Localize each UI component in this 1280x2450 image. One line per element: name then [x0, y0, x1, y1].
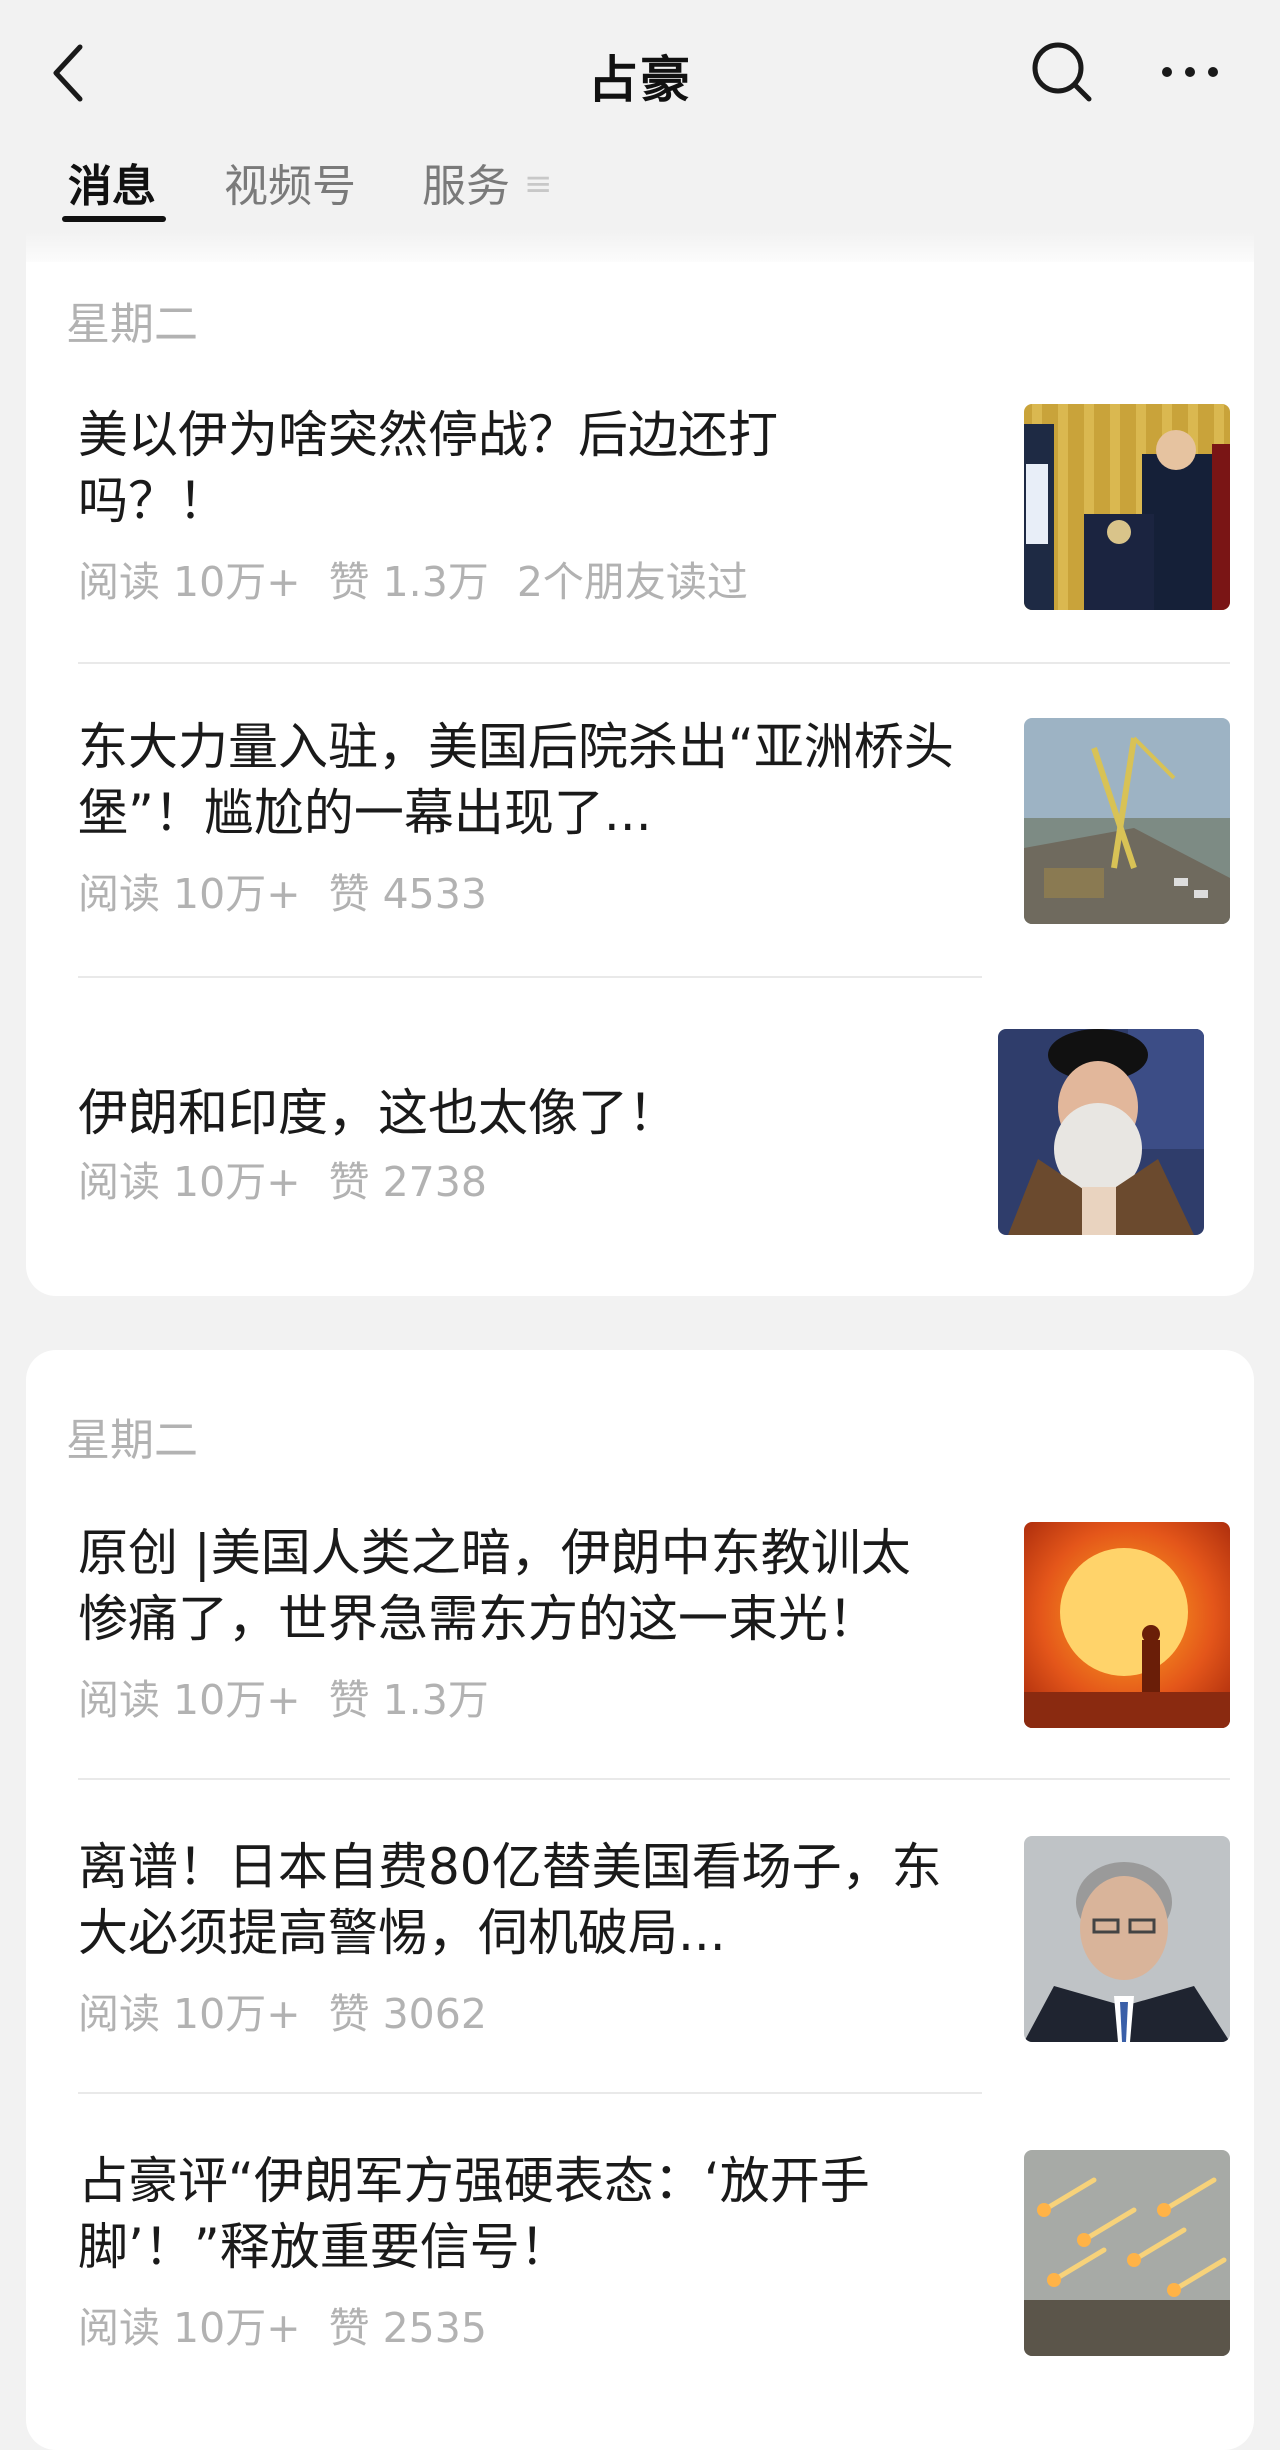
- message-group-card: 星期二 原创 |美国人类之暗，伊朗中东教训太惨痛了，世界急需东方的这一束光！ 阅…: [26, 1350, 1254, 2450]
- podium-photo: [1024, 404, 1230, 610]
- tab-channels[interactable]: 视频号: [224, 150, 356, 222]
- sunset-photo: [1024, 1522, 1230, 1728]
- read-count: 阅读 10万+: [78, 1676, 301, 1724]
- politician-portrait-photo: [1024, 1836, 1230, 2042]
- like-count: 赞 3062: [328, 1990, 487, 2038]
- menu-lines-icon[interactable]: ≡: [524, 164, 553, 204]
- article-meta: 阅读 10万+ 赞 3062: [78, 1980, 515, 2040]
- article-title: 离谱！日本自费80亿替美国看场子，东大必须提高警惕，伺机破局...: [78, 1838, 942, 1962]
- more-button[interactable]: [1158, 48, 1222, 96]
- article-item[interactable]: 离谱！日本自费80亿替美国看场子，东大必须提高警惕，伺机破局... 阅读 10万…: [78, 1834, 1230, 2044]
- divider: [78, 2092, 982, 2094]
- article-meta: 阅读 10万+ 赞 4533: [78, 860, 515, 920]
- like-count: 赞 1.3万: [328, 558, 489, 606]
- article-item[interactable]: 东大力量入驻，美国后院杀出“亚洲桥头堡”！尴尬的一幕出现了... 阅读 10万+…: [78, 714, 1230, 924]
- divider: [78, 1778, 1230, 1780]
- port-crane-photo: [1024, 718, 1230, 924]
- friends-read: 2个朋友读过: [516, 558, 748, 606]
- article-item[interactable]: 占豪评“伊朗军方强硬表态：‘放开手脚’！”释放重要信号！ 阅读 10万+ 赞 25…: [78, 2148, 1230, 2358]
- day-label: 星期二: [66, 299, 198, 350]
- day-label: 星期二: [66, 1415, 198, 1466]
- rocket-launch-photo: [1024, 2150, 1230, 2356]
- like-count: 赞 4533: [328, 870, 487, 918]
- divider: [78, 662, 1230, 664]
- article-title: 原创 |美国人类之暗，伊朗中东教训太惨痛了，世界急需东方的这一束光！: [78, 1524, 911, 1648]
- read-count: 阅读 10万+: [78, 2304, 301, 2352]
- article-meta: 阅读 10万+ 赞 2738: [78, 1148, 515, 1208]
- tab-services[interactable]: 服务: [422, 150, 510, 222]
- article-item[interactable]: 原创 |美国人类之暗，伊朗中东教训太惨痛了，世界急需东方的这一束光！ 阅读 10…: [78, 1520, 1230, 1730]
- read-count: 阅读 10万+: [78, 1158, 301, 1206]
- search-button[interactable]: [1026, 36, 1098, 108]
- like-count: 赞 1.3万: [328, 1676, 489, 1724]
- article-title: 占豪评“伊朗军方强硬表态：‘放开手脚’！”释放重要信号！: [78, 2152, 870, 2276]
- tab-bar: 消息 视频号 服务 ≡: [0, 150, 1280, 230]
- article-item[interactable]: 美以伊为啥突然停战？后边还打吗？！ 阅读 10万+ 赞 1.3万 2个朋友读过: [78, 402, 1230, 612]
- tab-messages[interactable]: 消息: [68, 150, 156, 222]
- read-count: 阅读 10万+: [78, 870, 301, 918]
- like-count: 赞 2738: [328, 1158, 487, 1206]
- article-title: 东大力量入驻，美国后院杀出“亚洲桥头堡”！尴尬的一幕出现了...: [78, 718, 954, 842]
- tab-active-indicator: [62, 216, 166, 222]
- cleric-portrait-photo: [998, 1029, 1204, 1235]
- top-bar: 占豪: [0, 0, 1280, 146]
- more-horizontal-icon: [1162, 67, 1218, 77]
- article-meta: 阅读 10万+ 赞 1.3万: [78, 1666, 517, 1726]
- read-count: 阅读 10万+: [78, 558, 301, 606]
- article-title: 伊朗和印度，这也太像了！: [78, 1084, 678, 1142]
- divider: [78, 976, 982, 978]
- article-meta: 阅读 10万+ 赞 1.3万 2个朋友读过: [78, 548, 776, 608]
- read-count: 阅读 10万+: [78, 1990, 301, 2038]
- search-icon: [1032, 42, 1092, 102]
- article-meta: 阅读 10万+ 赞 2535: [78, 2294, 515, 2354]
- article-title: 美以伊为啥突然停战？后边还打吗？！: [78, 406, 778, 530]
- like-count: 赞 2535: [328, 2304, 487, 2352]
